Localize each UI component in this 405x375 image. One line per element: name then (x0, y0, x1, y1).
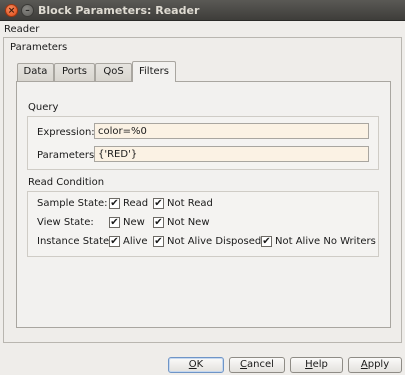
not-new-checkbox-label[interactable]: Not New (167, 217, 210, 228)
expression-input[interactable] (94, 123, 369, 139)
tab-ports[interactable]: Ports (54, 63, 95, 81)
not-read-checkbox[interactable]: ✔ (153, 198, 164, 209)
cancel-label: ancel (247, 359, 274, 370)
help-mnemonic: H (305, 359, 313, 370)
new-checkbox-label[interactable]: New (123, 217, 145, 228)
instance-state-label: Instance State: (37, 236, 113, 247)
close-icon[interactable]: × (5, 4, 18, 17)
view-state-label: View State: (37, 217, 94, 228)
read-checkbox[interactable]: ✔ (109, 198, 120, 209)
query-section-label: Query (28, 102, 59, 113)
new-checkbox[interactable]: ✔ (109, 217, 120, 228)
apply-mnemonic: A (360, 359, 368, 370)
tab-qos[interactable]: QoS (95, 63, 132, 81)
title-bar: × – Block Parameters: Reader (0, 0, 405, 21)
cancel-button[interactable]: Cancel (229, 357, 285, 373)
expression-label: Expression: (37, 127, 95, 138)
block-name-label: Reader (4, 24, 40, 35)
tab-data[interactable]: Data (17, 63, 54, 81)
sample-state-label: Sample State: (37, 198, 108, 209)
cancel-mnemonic: C (240, 359, 248, 370)
not-alive-no-writers-checkbox[interactable]: ✔ (261, 236, 272, 247)
apply-label: pply (367, 359, 390, 370)
ok-label: K (196, 359, 204, 370)
parameters-input[interactable] (94, 146, 369, 162)
alive-checkbox[interactable]: ✔ (109, 236, 120, 247)
not-new-checkbox[interactable]: ✔ (153, 217, 164, 228)
read-checkbox-label[interactable]: Read (123, 198, 148, 209)
parameters-group-title: Parameters (10, 42, 68, 53)
parameters-label: Parameters: (37, 150, 98, 161)
minimize-icon[interactable]: – (21, 4, 34, 17)
ok-button[interactable]: OK (168, 357, 224, 373)
apply-button[interactable]: Apply (348, 357, 402, 373)
not-read-checkbox-label[interactable]: Not Read (167, 198, 213, 209)
read-condition-section-label: Read Condition (28, 177, 105, 188)
help-label: elp (312, 359, 328, 370)
tab-filters[interactable]: Filters (132, 61, 176, 82)
alive-checkbox-label[interactable]: Alive (123, 236, 147, 247)
not-alive-disposed-checkbox[interactable]: ✔ (153, 236, 164, 247)
help-button[interactable]: Help (290, 357, 343, 373)
not-alive-no-writers-checkbox-label[interactable]: Not Alive No Writers (275, 236, 376, 247)
ok-mnemonic: O (188, 359, 197, 370)
window-title: Block Parameters: Reader (38, 4, 200, 17)
not-alive-disposed-checkbox-label[interactable]: Not Alive Disposed (167, 236, 261, 247)
